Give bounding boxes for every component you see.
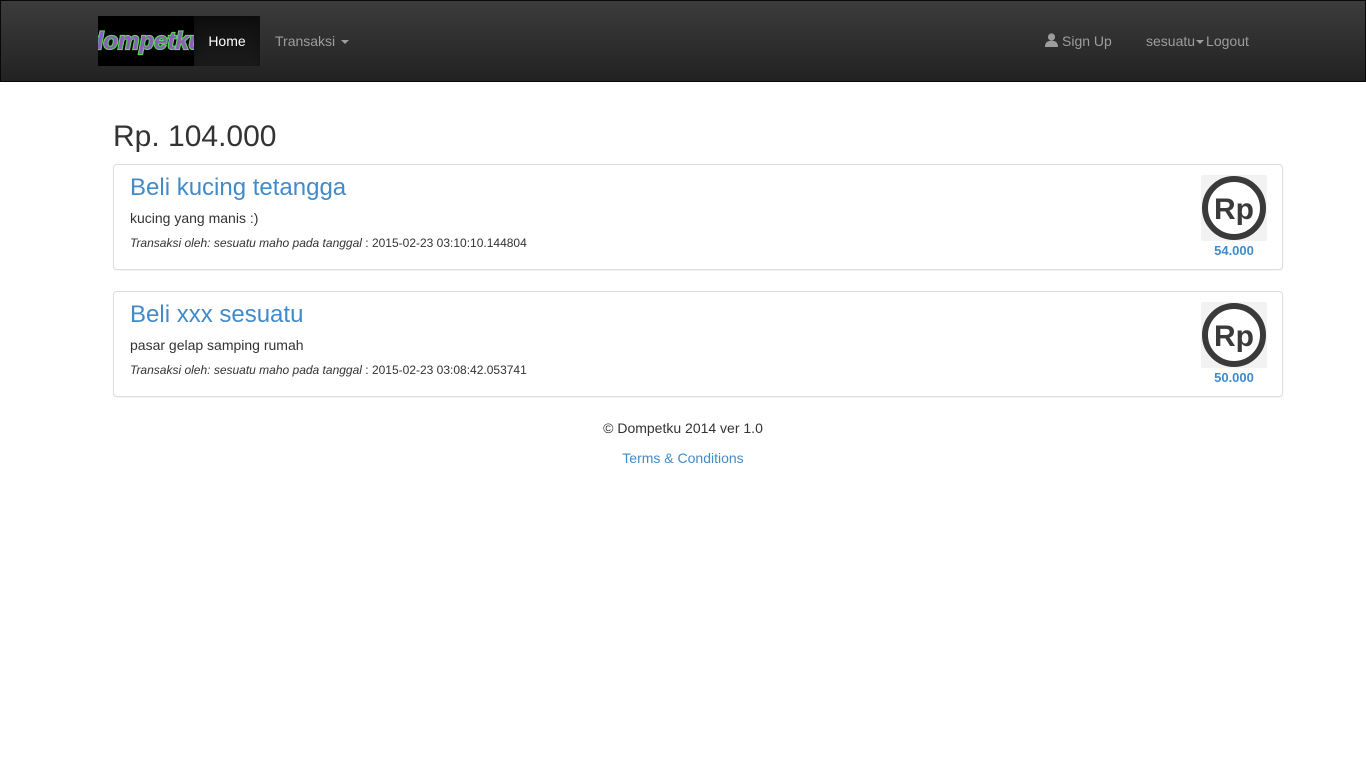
chevron-down-icon [341,40,350,45]
transaction-description: kucing yang manis :) [130,210,259,226]
transaction-timestamp: 2015-02-23 03:08:42.053741 [371,363,527,377]
nav-home[interactable]: Home [194,16,260,66]
nav-transaksi-dropdown[interactable]: Transaksi [275,16,350,66]
transaction-amount: 54.000 [1214,243,1254,258]
nav-signup[interactable]: Sign Up [1045,16,1112,66]
transaction-meta-separator: : [361,236,372,250]
user-icon [1045,17,1058,67]
transaction-meta-prefix: Transaksi oleh: sesuatu maho pada tangga… [130,236,362,250]
chevron-down-icon [1196,40,1205,45]
footer-copyright: © Dompetku 2014 ver 1.0 [603,420,763,436]
rupiah-icon: Rp [1201,302,1267,368]
brand-logo-text: dompetku [98,28,194,55]
navbar: dompetku Home Transaksi Sign Up sesuatu L… [0,0,1366,82]
transaction-meta: Transaksi oleh: sesuatu maho pada tangga… [130,235,527,252]
nav-user-label: sesuatu [1146,33,1196,49]
transaction-card: Beli kucing tetangga kucing yang manis :… [113,164,1283,270]
rupiah-icon: Rp [1201,175,1267,241]
transaction-title[interactable]: Beli xxx sesuatu [130,300,303,330]
transaction-description: pasar gelap samping rumah [130,337,304,353]
transaction-amount: 50.000 [1214,370,1254,385]
brand-logo[interactable]: dompetku [98,16,194,66]
footer-terms: Terms & Conditions [0,448,1366,468]
nav-logout-label[interactable]: Logout [1206,33,1249,49]
transaction-meta-separator: : [361,363,372,377]
nav-user-dropdown[interactable]: sesuatu Logout [1146,16,1249,66]
transaction-title[interactable]: Beli kucing tetangga [130,173,346,203]
transaction-meta-prefix: Transaksi oleh: sesuatu maho pada tangga… [130,363,362,377]
transaction-card: Beli xxx sesuatu pasar gelap samping rum… [113,291,1283,397]
rupiah-icon-text: Rp [1214,320,1254,353]
balance-total: Rp. 104.000 [113,120,277,153]
nav-signup-label: Sign Up [1062,33,1112,49]
transaction-meta: Transaksi oleh: sesuatu maho pada tangga… [130,362,527,379]
rupiah-icon-text: Rp [1214,193,1254,226]
terms-link[interactable]: Terms & Conditions [622,450,743,466]
nav-transaksi-label: Transaksi [275,33,336,49]
transaction-timestamp: 2015-02-23 03:10:10.144804 [371,236,527,250]
